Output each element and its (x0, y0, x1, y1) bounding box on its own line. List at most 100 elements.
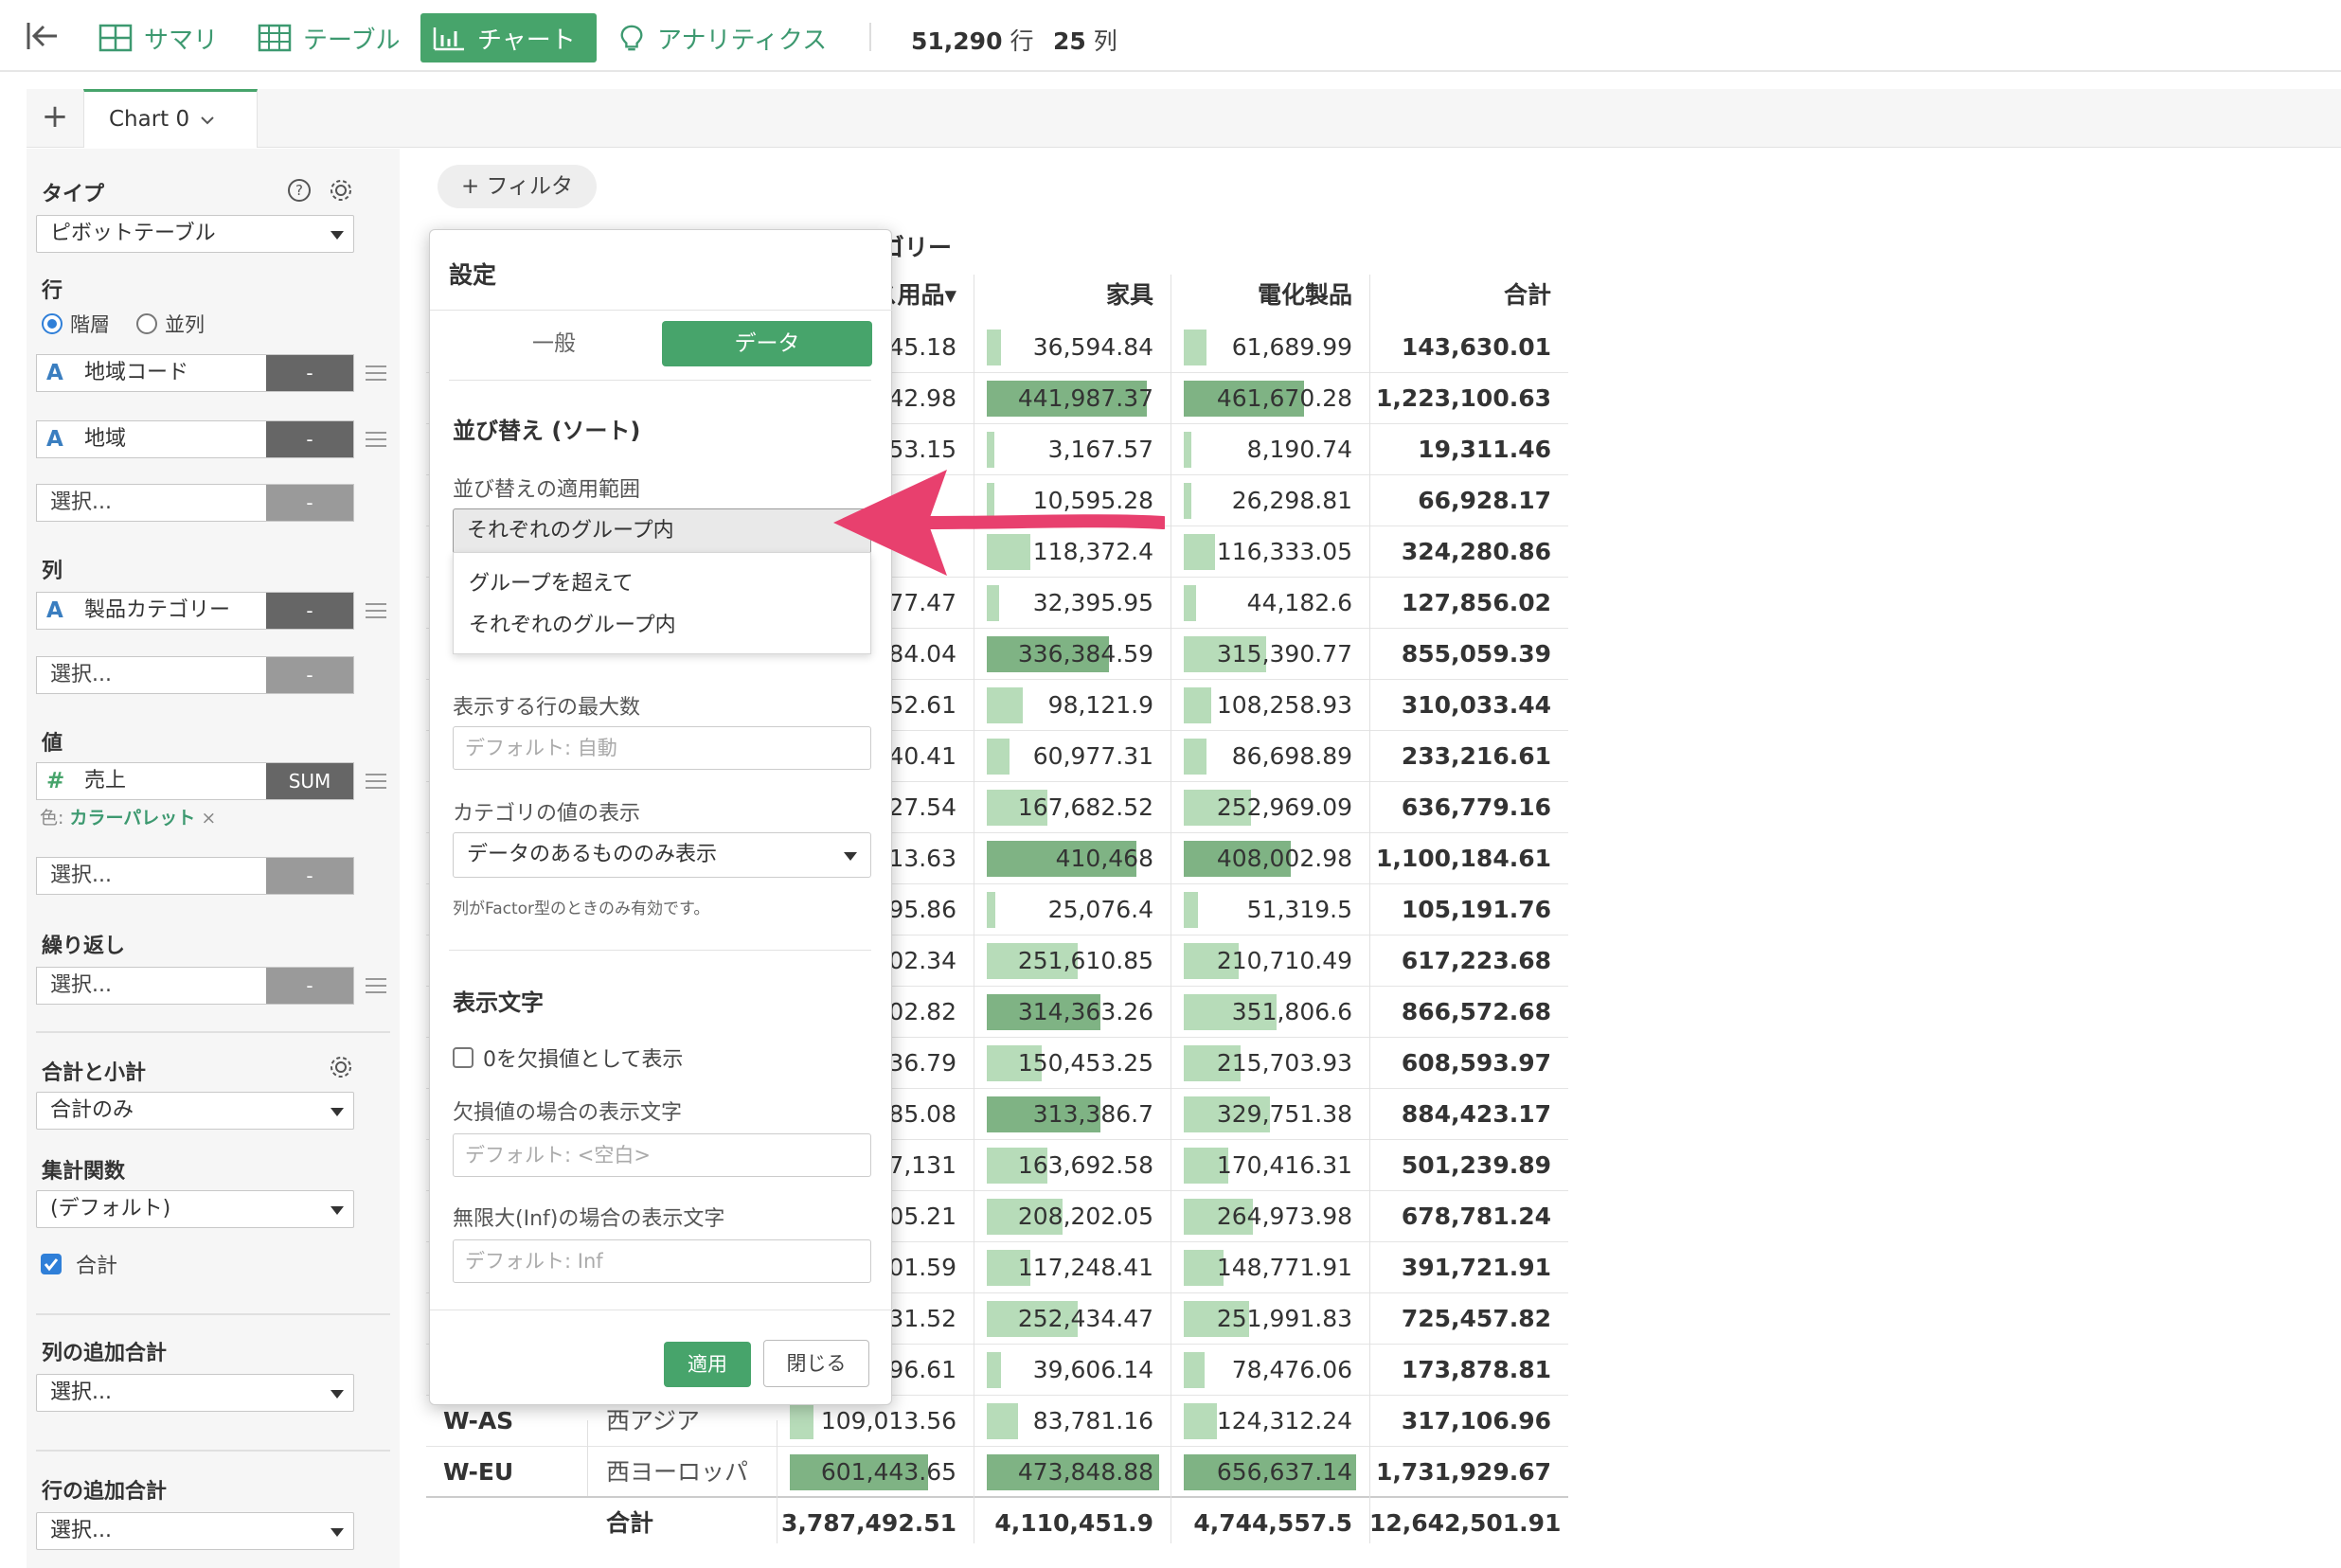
value-cell: 329,751.38 (1170, 1089, 1369, 1140)
dropdown-option[interactable]: それぞれのグループ内 (469, 608, 676, 638)
aggregation-button[interactable]: SUM (266, 763, 353, 799)
value-field-select[interactable]: 選択... - (36, 857, 354, 895)
apply-button[interactable]: 適用 (664, 1342, 751, 1387)
column-field-select[interactable]: 選択... - (36, 656, 354, 694)
color-palette-link[interactable]: カラーパレット (69, 808, 195, 829)
add-filter-button[interactable]: + フィルタ (438, 165, 597, 208)
totals-label: 合計と小計 (42, 1061, 147, 1085)
drag-handle-icon[interactable] (366, 365, 386, 381)
totals-select[interactable]: 合計のみ (36, 1092, 354, 1130)
cell-value: 8,190.74 (1246, 436, 1352, 463)
value-cell: 264,973.98 (1170, 1191, 1369, 1242)
aggregation-button[interactable]: - (266, 421, 353, 457)
cell-value: 124,312.24 (1216, 1407, 1352, 1434)
radio-hierarchy[interactable]: 階層 (42, 310, 110, 338)
value-cell: 148,771.91 (1170, 1242, 1369, 1293)
svg-text:?: ? (295, 182, 303, 199)
aggregation-button[interactable]: - (266, 858, 353, 894)
category-display-select[interactable]: データのあるもののみ表示 (453, 832, 871, 878)
field-name: 地域 (84, 427, 127, 451)
aggregation-button[interactable]: - (266, 593, 353, 629)
rows-label: 行 (42, 279, 63, 303)
cell-value: 98,121.9 (1047, 691, 1153, 719)
sort-scope-select[interactable]: それぞれのグループ内 (453, 508, 871, 554)
add-chart-button[interactable]: + (27, 89, 83, 148)
max-rows-input[interactable]: デフォルト: 自動 (453, 726, 871, 770)
chart-type-select[interactable]: ピボットテーブル (36, 215, 354, 253)
column-field-category[interactable]: A 製品カテゴリー - (36, 592, 354, 630)
close-button[interactable]: 閉じる (763, 1340, 869, 1387)
cell-value: 150,453.25 (1017, 1049, 1153, 1077)
aggregation-button[interactable]: - (266, 657, 353, 693)
row-field-region-code[interactable]: A 地域コード - (36, 354, 354, 392)
radio-parallel[interactable]: 並列 (136, 310, 205, 338)
tab-summary[interactable]: サマリ (87, 13, 229, 62)
value-cell: 60,977.31 (974, 731, 1170, 782)
row-total-cell: 884,423.17 (1401, 1100, 1551, 1128)
value-cell: 61,689.99 (1170, 322, 1369, 373)
inf-text-input[interactable]: デフォルト: Inf (453, 1239, 871, 1283)
tab-data[interactable]: データ (662, 321, 872, 366)
row-name-cell: 西ヨーロッパ (606, 1458, 749, 1486)
color-scale-bar (1184, 585, 1196, 621)
tab-table[interactable]: テーブル (246, 13, 411, 62)
repeat-field-select[interactable]: 選択... - (36, 967, 354, 1005)
checkbox-checked-icon (41, 1254, 62, 1274)
drag-handle-icon[interactable] (366, 774, 386, 789)
dropdown-option[interactable]: グループを超えて (469, 566, 634, 597)
help-icon[interactable]: ? (286, 177, 313, 204)
row-count: 51,290 行 (911, 23, 1033, 57)
tab-general[interactable]: 一般 (449, 321, 659, 366)
color-scale-bar (1184, 739, 1206, 775)
drag-handle-icon[interactable] (366, 432, 386, 447)
na-text-input[interactable]: デフォルト: <空白> (453, 1133, 871, 1177)
total-checkbox-label: 合計 (76, 1255, 118, 1278)
agg-func-value: (デフォルト) (50, 1197, 171, 1221)
aggregation-button[interactable]: - (266, 968, 353, 1004)
value-cell: 8,190.74 (1170, 424, 1369, 475)
radio-off-icon (136, 313, 157, 334)
column-header-electronics[interactable]: 電化製品 (1170, 275, 1369, 320)
tab-analytics[interactable]: アナリティクス (606, 13, 838, 62)
zero-as-na-checkbox[interactable]: 0を欠損値として表示 (453, 1042, 683, 1073)
cell-value: 27.54 (888, 793, 956, 821)
row-total-cell: 501,239.89 (1401, 1151, 1551, 1179)
toolbar-divider (869, 23, 871, 51)
cell-value: 25,076.4 (1047, 896, 1153, 923)
tab-chart-0[interactable]: Chart 0 (83, 89, 258, 148)
row-total-cell: 310,033.44 (1401, 691, 1551, 719)
cell-value: 473,848.88 (1017, 1458, 1153, 1486)
cell-value: 252,434.47 (1017, 1305, 1153, 1332)
select-placeholder: 選択... (50, 973, 112, 997)
cell-value: 441,987.37 (1017, 384, 1153, 412)
category-display-label: カテゴリの値の表示 (453, 802, 641, 826)
column-header-total[interactable]: 合計 (1369, 275, 1568, 320)
value-cell: 32,395.95 (974, 578, 1170, 629)
row-total-cell: 617,223.68 (1401, 947, 1551, 974)
row-extra-select[interactable]: 選択... (36, 1512, 354, 1550)
row-field-select[interactable]: 選択... - (36, 484, 354, 522)
tab-chart[interactable]: チャート (420, 13, 597, 62)
aggregation-button[interactable]: - (266, 485, 353, 521)
cell-value: 51,319.5 (1246, 896, 1352, 923)
gear-icon[interactable] (328, 1054, 354, 1080)
cell-value: 84.04 (888, 640, 956, 668)
column-header-furniture[interactable]: 家具 (974, 275, 1170, 320)
agg-func-select[interactable]: (デフォルト) (36, 1190, 354, 1228)
value-field-sales[interactable]: # 売上 SUM (36, 762, 354, 800)
cell-value: 109,013.56 (820, 1407, 956, 1434)
value-cell: 150,453.25 (974, 1038, 1170, 1089)
value-cell: 26,298.81 (1170, 475, 1369, 526)
remove-color-icon[interactable]: × (201, 808, 216, 829)
total-checkbox[interactable]: 合計 (40, 1249, 117, 1279)
drag-handle-icon[interactable] (366, 978, 386, 993)
dialog-divider (430, 310, 893, 311)
aggregation-button[interactable]: - (266, 355, 353, 391)
collapse-left-icon[interactable] (25, 19, 59, 53)
col-extra-select[interactable]: 選択... (36, 1374, 354, 1412)
gear-icon[interactable] (328, 177, 354, 204)
value-cell: 656,637.14 (1170, 1447, 1369, 1498)
row-field-region[interactable]: A 地域 - (36, 420, 354, 458)
cell-value: 77.47 (888, 589, 956, 616)
drag-handle-icon[interactable] (366, 603, 386, 618)
